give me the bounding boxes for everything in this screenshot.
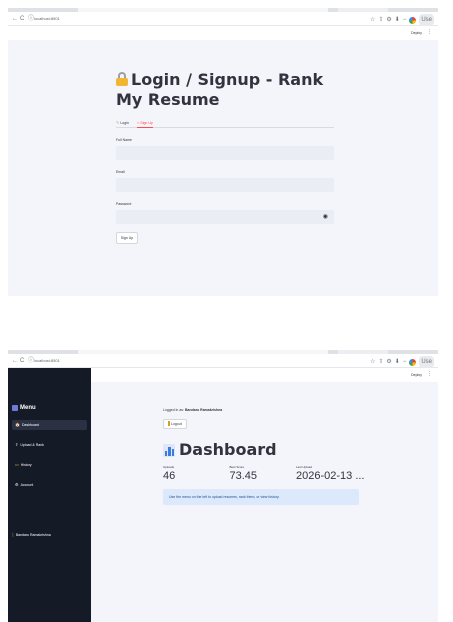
upload-icon: ⇪	[15, 442, 19, 447]
app-header: Deploy ⋮	[91, 368, 438, 382]
address-bar: ← C ⓘ localhost:8501 ☆ ⇧ ⚙ ⬇ − Use	[8, 354, 438, 368]
sign-up-button[interactable]: Sign Up	[116, 232, 138, 244]
metric-uploads: Uploads 46	[163, 465, 230, 483]
browser-window-login: ← C ⓘ localhost:8501 ☆ ⇧ ⚙ ⬇ − Use Deplo…	[8, 8, 438, 296]
home-icon: 🏠	[15, 422, 20, 427]
streamlit-app: Menu 🏠 Dashboard ⇪ Upload & Rank ▭ Histo…	[8, 368, 438, 622]
share-icon[interactable]: ⇧	[378, 357, 383, 367]
dashboard-column: Logged in as: Bandaru Ramakrishna Logout…	[163, 408, 365, 505]
info-alert: Use the menu on the left to upload resum…	[163, 489, 359, 505]
sidebar-user-name: Bandaru Ramakrishna	[15, 533, 51, 537]
tab-signup-label: Sign Up	[140, 120, 153, 125]
sidebar-heading: Menu	[12, 404, 36, 412]
main-menu-icon[interactable]: ⋮	[427, 29, 432, 36]
deploy-button[interactable]: Deploy	[411, 372, 422, 378]
page-title-text: Login / Signup - Rank My Resume	[116, 70, 324, 109]
logout-button[interactable]: Logout	[163, 418, 187, 429]
folder-icon: ▭	[15, 462, 19, 467]
tab-signup[interactable]: ⌂ Sign Up	[136, 118, 153, 128]
main-content: Logged in as: Bandaru Ramakrishna Logout…	[91, 382, 438, 622]
minimize-icon[interactable]: −	[403, 15, 407, 25]
eye-icon[interactable]: ◉	[323, 213, 328, 221]
sidebar-item-label: Dashboard	[21, 423, 40, 427]
metric-value: 2026-02-13 ...	[296, 470, 365, 482]
download-icon[interactable]: ⬇	[395, 15, 400, 25]
profile-button[interactable]: Use	[419, 14, 434, 26]
full-name-field[interactable]	[116, 146, 334, 160]
metric-last-upload: Last Upload 2026-02-13 ...	[296, 465, 365, 483]
menu-icon	[12, 405, 18, 411]
password-label: Password	[116, 202, 132, 206]
google-profile-icon[interactable]	[409, 16, 417, 24]
reload-icon[interactable]: C	[20, 14, 24, 24]
logout-icon	[168, 421, 170, 426]
extensions-icon[interactable]: ⚙	[386, 357, 391, 367]
browser-window-dashboard: ← C ⓘ localhost:8501 ☆ ⇧ ⚙ ⬇ − Use Menu …	[8, 350, 438, 622]
main-content: Login / Signup - Rank My Resume ✎ Login …	[8, 40, 438, 296]
password-field[interactable]: ◉	[116, 210, 334, 224]
pencil-icon: ✎	[116, 119, 120, 125]
email-label: Email	[116, 170, 125, 174]
minimize-icon[interactable]: −	[403, 357, 407, 367]
page-title: Dashboard	[163, 441, 363, 459]
sidebar-user: ⎮ Bandaru Ramakrishna	[12, 532, 51, 538]
url-field[interactable]: localhost:8501	[34, 357, 60, 365]
app-header: Deploy ⋮	[8, 26, 438, 40]
sidebar-item-history[interactable]: ▭ History	[12, 460, 87, 470]
metrics-row: Uploads 46 Best Score 73.45 Last Upload …	[163, 465, 365, 483]
main-menu-icon[interactable]: ⋮	[427, 371, 432, 378]
back-icon[interactable]: ←	[12, 14, 18, 24]
logged-in-user: Bandaru Ramakrishna	[185, 408, 223, 412]
reload-icon[interactable]: C	[20, 356, 24, 366]
lock-icon	[116, 72, 128, 86]
address-bar: ← C ⓘ localhost:8501 ☆ ⇧ ⚙ ⬇ − Use	[8, 12, 438, 26]
browser-toolbar-icons: ☆ ⇧ ⚙ ⬇ − Use	[370, 356, 434, 368]
bar-chart-icon	[163, 443, 175, 457]
sidebar-item-upload[interactable]: ⇪ Upload & Rank	[12, 440, 87, 450]
share-icon[interactable]: ⇧	[378, 15, 383, 25]
page-title-text: Dashboard	[179, 440, 277, 459]
back-icon[interactable]: ←	[12, 356, 18, 366]
extensions-icon[interactable]: ⚙	[386, 15, 391, 25]
page-title: Login / Signup - Rank My Resume	[116, 70, 334, 110]
auth-tabs: ✎ Login ⌂ Sign Up	[116, 118, 334, 128]
bookmark-icon[interactable]: ☆	[370, 357, 375, 367]
sidebar-item-label: Account	[20, 483, 34, 487]
full-name-label: Full Name	[116, 138, 132, 142]
tab-login[interactable]: ✎ Login	[116, 118, 129, 127]
bookmark-icon[interactable]: ☆	[370, 15, 375, 25]
sidebar-item-label: History	[20, 463, 32, 467]
sidebar-item-label: Upload & Rank	[20, 443, 44, 447]
sidebar-heading-text: Menu	[20, 405, 36, 411]
sidebar: Menu 🏠 Dashboard ⇪ Upload & Rank ▭ Histo…	[8, 368, 91, 622]
user-icon: ⎮	[12, 533, 14, 537]
metric-value: 73.45	[229, 470, 258, 482]
download-icon[interactable]: ⬇	[395, 357, 400, 367]
deploy-button[interactable]: Deploy	[411, 30, 422, 36]
logged-in-status: Logged in as: Bandaru Ramakrishna	[163, 408, 363, 413]
sidebar-item-dashboard[interactable]: 🏠 Dashboard	[12, 420, 87, 430]
profile-button[interactable]: Use	[419, 356, 434, 368]
logout-label: Logout	[171, 421, 182, 426]
google-profile-icon[interactable]	[409, 358, 417, 366]
logged-in-prefix: Logged in as:	[163, 408, 185, 412]
tab-login-label: Login	[120, 120, 129, 125]
house-icon: ⌂	[136, 119, 140, 125]
gear-icon: ⚙	[15, 482, 19, 487]
url-field[interactable]: localhost:8501	[34, 15, 60, 23]
streamlit-app: Deploy ⋮ Login / Signup - Rank My Resume…	[8, 26, 438, 296]
sidebar-item-account[interactable]: ⚙ Account	[12, 480, 87, 490]
login-column: Login / Signup - Rank My Resume ✎ Login …	[116, 70, 334, 244]
metric-best-score: Best Score 73.45	[230, 465, 297, 483]
email-field[interactable]	[116, 178, 334, 192]
browser-toolbar-icons: ☆ ⇧ ⚙ ⬇ − Use	[370, 14, 434, 26]
metric-value: 46	[163, 470, 176, 482]
